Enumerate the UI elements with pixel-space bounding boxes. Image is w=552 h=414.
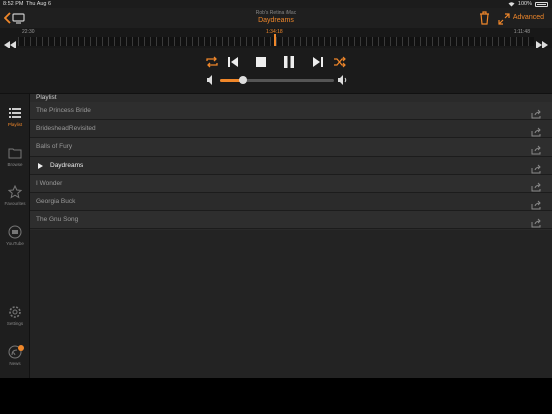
now-playing-title: Rob's Retina iMac Daydreams: [0, 10, 552, 24]
status-date: Thu Aug 6: [26, 1, 52, 7]
sidebar-item-label: Settings: [6, 321, 24, 326]
status-right: 100%: [508, 1, 548, 7]
top-bar: Rob's Retina iMac Daydreams Advanced: [0, 8, 552, 28]
volume-slider[interactable]: [220, 76, 334, 84]
track-name: Daydreams: [50, 161, 84, 169]
news-badge: [18, 345, 24, 351]
sidebar-item-label: YouTube: [6, 241, 24, 246]
rewind-button[interactable]: [4, 36, 16, 49]
pause-icon: [284, 56, 294, 68]
now-playing-icon: [38, 162, 43, 169]
sidebar-item-label: Favourites: [4, 201, 26, 206]
share-button[interactable]: [531, 106, 542, 119]
sidebar-item-playlist[interactable]: Playlist: [0, 106, 30, 140]
transport-controls: [0, 48, 552, 94]
playlist-row[interactable]: The Princess Bride: [30, 102, 552, 121]
volume-control: [206, 74, 348, 86]
gear-icon: [9, 306, 21, 318]
volume-thumb[interactable]: [238, 76, 247, 84]
share-icon: [531, 109, 541, 119]
status-time: 8:52 PM: [3, 1, 24, 7]
status-bar: 8:52 PM Thu Aug 6 100%: [0, 0, 552, 8]
sidebar-item-news[interactable]: News: [0, 345, 30, 379]
expand-button[interactable]: [498, 12, 510, 25]
share-icon: [531, 127, 541, 137]
playlist-row[interactable]: The Gnu Song: [30, 211, 552, 230]
sidebar-item-label: Playlist: [7, 122, 23, 127]
sidebar-item-label: Browse: [7, 162, 23, 167]
playlist-row[interactable]: BridesheadRevisited: [30, 120, 552, 139]
playlist-panel: Playlist The Princess Bride BridesheadRev…: [30, 94, 552, 378]
track-name: The Gnu Song: [36, 216, 79, 224]
shuffle-icon: [334, 56, 346, 68]
youtube-icon: [8, 225, 22, 239]
advanced-button[interactable]: Advanced: [513, 14, 544, 21]
track-name: BridesheadRevisited: [36, 125, 96, 133]
volume-high-icon: [338, 75, 347, 85]
sidebar-item-settings[interactable]: Settings: [0, 305, 30, 339]
fast-forward-button[interactable]: [536, 36, 548, 49]
track-name: I Wonder: [36, 179, 63, 187]
shuffle-button[interactable]: [333, 55, 347, 69]
next-icon: [313, 57, 323, 67]
sidebar-item-label: News: [9, 361, 21, 366]
pause-button[interactable]: [282, 55, 296, 69]
track-name: Balls of Fury: [36, 143, 73, 151]
repeat-button[interactable]: [205, 55, 219, 69]
share-button[interactable]: [531, 215, 542, 228]
share-button[interactable]: [531, 197, 542, 210]
playlist-row[interactable]: I Wonder: [30, 174, 552, 193]
battery-icon: [535, 1, 548, 7]
share-button[interactable]: [531, 179, 542, 192]
playlist-row[interactable]: Balls of Fury: [30, 138, 552, 157]
share-icon: [531, 200, 541, 210]
trash-icon: [480, 11, 489, 25]
timeline-scrubber[interactable]: [18, 37, 534, 46]
total-time: 1:11:48: [513, 29, 530, 35]
share-icon: [531, 182, 541, 192]
playlist-row[interactable]: Georgia Buck: [30, 192, 552, 212]
share-icon: [531, 146, 541, 155]
sidebar-item-favourites[interactable]: Favourites: [0, 185, 30, 219]
expand-icon: [498, 13, 510, 25]
wifi-icon: [508, 1, 515, 6]
device-name: Rob's Retina iMac: [255, 10, 297, 16]
sidebar-item-youtube[interactable]: YouTube: [0, 225, 30, 259]
repeat-icon: [206, 56, 218, 68]
timeline: 22:30 1:34:18 1:11:48: [0, 28, 552, 49]
bottom-bar: [0, 378, 552, 414]
track-list: The Princess Bride BridesheadRevisited Bal…: [30, 102, 552, 230]
stop-button[interactable]: [254, 55, 268, 69]
sidebar: Playlist Browse Favourites YouTube Setti…: [0, 94, 30, 378]
playlist-header: Playlist: [36, 94, 57, 101]
share-button[interactable]: [531, 142, 542, 155]
playlist-empty-area: [30, 230, 552, 378]
playlist-row[interactable]: Daydreams: [30, 156, 552, 175]
playhead-marker[interactable]: [274, 34, 276, 46]
volume-low-icon: [207, 75, 212, 85]
share-button[interactable]: [531, 161, 542, 174]
next-button[interactable]: [311, 55, 325, 69]
battery-percent: 100%: [517, 1, 532, 7]
track-name: The Princess Bride: [36, 107, 91, 114]
track-title: Daydreams: [258, 17, 294, 24]
sidebar-item-browse[interactable]: Browse: [0, 146, 30, 180]
share-button[interactable]: [531, 124, 542, 137]
list-icon: [9, 108, 21, 118]
trash-button[interactable]: [479, 11, 490, 25]
previous-button[interactable]: [226, 55, 240, 69]
stop-icon: [256, 57, 266, 67]
share-icon: [531, 218, 541, 228]
star-icon: [8, 185, 22, 199]
previous-icon: [228, 57, 238, 67]
elapsed-time: 22:30: [22, 29, 35, 35]
folder-icon: [8, 148, 22, 159]
track-name: Georgia Buck: [36, 197, 76, 205]
share-icon: [531, 164, 541, 174]
